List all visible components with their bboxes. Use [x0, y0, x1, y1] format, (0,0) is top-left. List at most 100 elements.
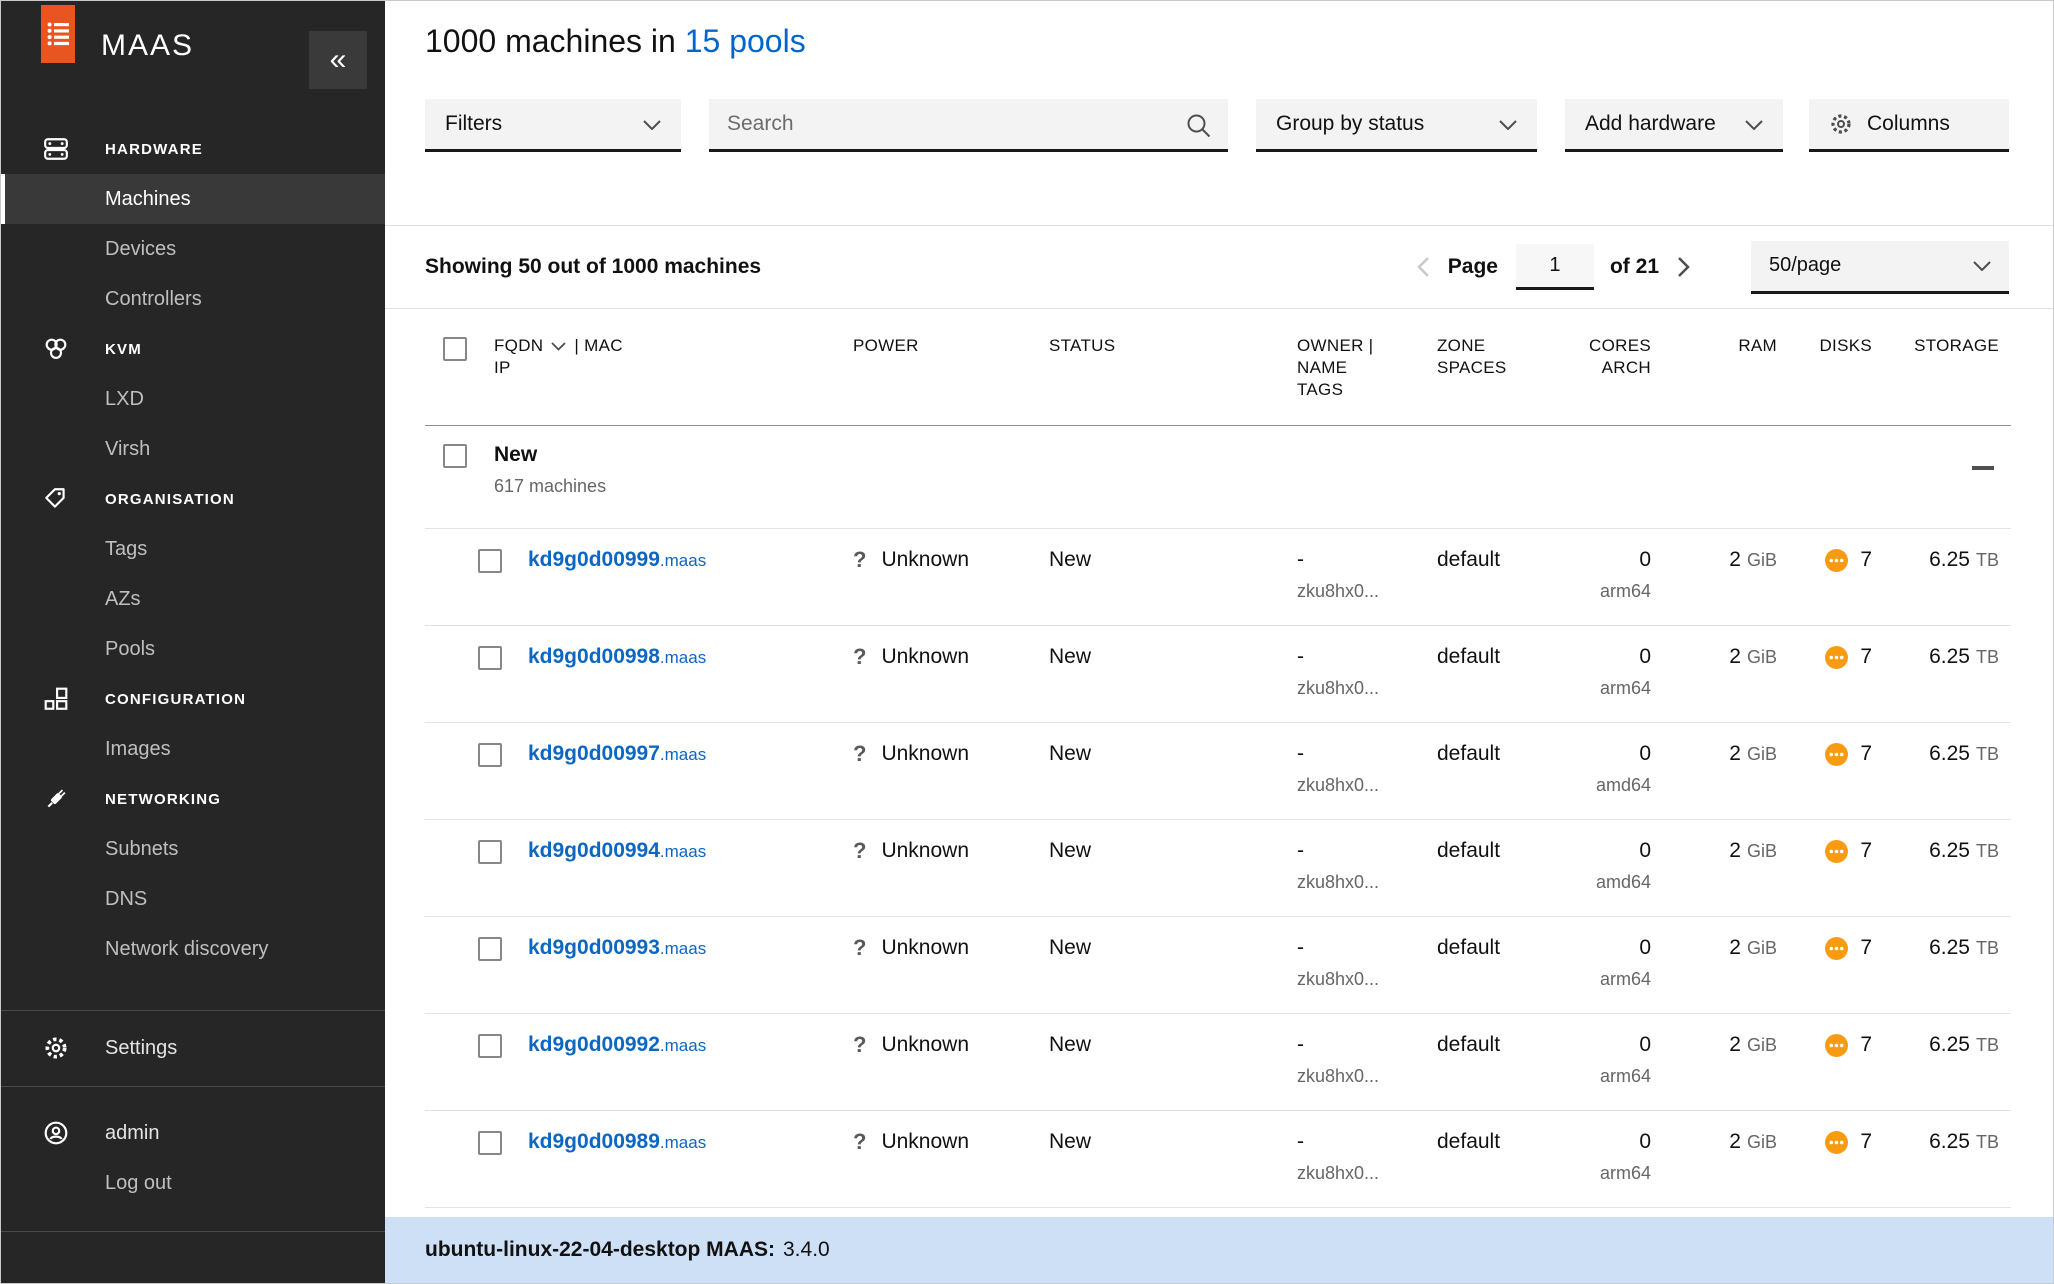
machine-link[interactable]: kd9g0d00997.maas	[528, 742, 706, 766]
search-input[interactable]	[709, 99, 1228, 152]
kvm-icon	[43, 336, 69, 362]
sidebar-section-hardware: HARDWARE	[1, 124, 385, 174]
page-label: Page	[1448, 255, 1498, 279]
machine-list-page: 1000 machines in 15 pools Filters Group …	[385, 1, 2053, 1217]
machine-owner: -	[1297, 1130, 1304, 1154]
sidebar-section-label: HARDWARE	[105, 141, 203, 158]
user-label: admin	[105, 1122, 159, 1145]
header-zone[interactable]: ZONE	[1437, 335, 1485, 357]
user-icon	[43, 1120, 69, 1146]
machine-domain: .maas	[660, 939, 706, 958]
machine-link[interactable]: kd9g0d00994.maas	[528, 839, 706, 863]
pools-link[interactable]: 15 pools	[685, 23, 806, 59]
sidebar-item-dns[interactable]: DNS	[1, 874, 385, 924]
configuration-icon	[43, 686, 69, 712]
per-page-select[interactable]: 50/page	[1751, 241, 2009, 294]
sidebar-item-controllers[interactable]: Controllers	[1, 274, 385, 324]
next-page-button[interactable]	[1673, 252, 1695, 282]
machine-status: New	[1049, 1033, 1091, 1057]
header-status[interactable]: STATUS	[1049, 335, 1115, 357]
group-checkbox[interactable]	[443, 444, 467, 468]
row-checkbox[interactable]	[478, 743, 502, 767]
group-row-new: New 617 machines	[425, 426, 2011, 529]
row-checkbox[interactable]	[478, 937, 502, 961]
header-name[interactable]: NAME	[1297, 357, 1347, 379]
sidebar-collapse-button[interactable]: «	[309, 31, 367, 89]
machine-link[interactable]: kd9g0d00989.maas	[528, 1130, 706, 1154]
machine-ram: 2	[1729, 742, 1741, 766]
header-ip[interactable]: IP	[494, 357, 511, 379]
sidebar-item-settings[interactable]: Settings	[1, 1023, 385, 1073]
list-context-bar: Showing 50 out of 1000 machines Page of …	[385, 225, 2053, 309]
machine-disks: 7	[1860, 645, 1872, 669]
row-checkbox[interactable]	[478, 1034, 502, 1058]
sidebar-divider	[1, 1086, 385, 1087]
header-disks[interactable]: DISKS	[1819, 335, 1872, 357]
storage-unit: TB	[1976, 1035, 1999, 1056]
row-checkbox[interactable]	[478, 840, 502, 864]
machine-link[interactable]: kd9g0d00999.maas	[528, 548, 706, 572]
machine-link[interactable]: kd9g0d00998.maas	[528, 645, 706, 669]
columns-button[interactable]: Columns	[1809, 99, 2009, 152]
sidebar-item-logout[interactable]: Log out	[1, 1158, 385, 1208]
header-ram[interactable]: RAM	[1738, 335, 1777, 357]
header-tags[interactable]: TAGS	[1297, 379, 1343, 401]
machine-disks: 7	[1860, 839, 1872, 863]
row-checkbox[interactable]	[478, 646, 502, 670]
sidebar-item-devices[interactable]: Devices	[1, 224, 385, 274]
machine-name: zku8hx0...	[1297, 678, 1379, 698]
header-cores[interactable]: CORES	[1589, 335, 1651, 357]
table-row: kd9g0d00994.maas ? Unknown New - zku8hx0…	[425, 820, 2011, 917]
sidebar-item-machines[interactable]: Machines	[1, 174, 385, 224]
add-hardware-dropdown[interactable]: Add hardware	[1565, 99, 1783, 152]
sidebar-item-network-discovery[interactable]: Network discovery	[1, 924, 385, 974]
storage-unit: TB	[1976, 841, 1999, 862]
group-by-dropdown[interactable]: Group by status	[1256, 99, 1537, 152]
header-power[interactable]: POWER	[853, 335, 919, 357]
power-state: Unknown	[881, 645, 969, 669]
collapse-group-button[interactable]	[1870, 426, 2011, 528]
machine-domain: .maas	[660, 1036, 706, 1055]
header-arch[interactable]: ARCH	[1602, 357, 1651, 379]
gear-icon	[43, 1035, 69, 1061]
header-owner[interactable]: OWNER |	[1297, 335, 1373, 357]
previous-page-button[interactable]	[1412, 252, 1434, 282]
header-fqdn[interactable]: FQDN	[494, 335, 543, 357]
page-number-input[interactable]	[1516, 244, 1594, 290]
ram-unit: GiB	[1747, 647, 1777, 668]
sidebar-item-subnets[interactable]: Subnets	[1, 824, 385, 874]
machine-link[interactable]: kd9g0d00993.maas	[528, 936, 706, 960]
sidebar-item-virsh[interactable]: Virsh	[1, 424, 385, 474]
sidebar-item-pools[interactable]: Pools	[1, 624, 385, 674]
group-by-label: Group by status	[1276, 112, 1424, 136]
sidebar-item-admin[interactable]: admin	[1, 1108, 385, 1158]
machine-arch: arm64	[1600, 1066, 1651, 1086]
select-all-checkbox[interactable]	[443, 337, 467, 361]
machine-status: New	[1049, 548, 1091, 572]
row-checkbox[interactable]	[478, 1131, 502, 1155]
sidebar-item-tags[interactable]: Tags	[1, 524, 385, 574]
ram-unit: GiB	[1747, 938, 1777, 959]
footer-version: 3.4.0	[783, 1238, 830, 1262]
sort-chevron-icon[interactable]	[551, 342, 566, 351]
header-spaces[interactable]: SPACES	[1437, 357, 1507, 379]
sidebar-section-networking: NETWORKING	[1, 774, 385, 824]
machine-ram: 2	[1729, 1130, 1741, 1154]
machine-zone: default	[1437, 645, 1500, 669]
table-row: kd9g0d00998.maas ? Unknown New - zku8hx0…	[425, 626, 2011, 723]
minus-icon	[1972, 466, 1994, 470]
sidebar-item-azs[interactable]: AZs	[1, 574, 385, 624]
row-checkbox[interactable]	[478, 549, 502, 573]
header-storage[interactable]: STORAGE	[1914, 335, 1999, 357]
maas-logo-icon[interactable]	[41, 5, 75, 63]
machine-link[interactable]: kd9g0d00992.maas	[528, 1033, 706, 1057]
ram-unit: GiB	[1747, 1035, 1777, 1056]
header-mac[interactable]: | MAC	[574, 335, 622, 357]
sidebar-item-lxd[interactable]: LXD	[1, 374, 385, 424]
machine-domain: .maas	[660, 1133, 706, 1152]
machine-owner: -	[1297, 1033, 1304, 1057]
filters-dropdown[interactable]: Filters	[425, 99, 681, 152]
sidebar-item-images[interactable]: Images	[1, 724, 385, 774]
add-hardware-label: Add hardware	[1585, 112, 1716, 136]
chevron-down-icon	[1745, 112, 1763, 136]
